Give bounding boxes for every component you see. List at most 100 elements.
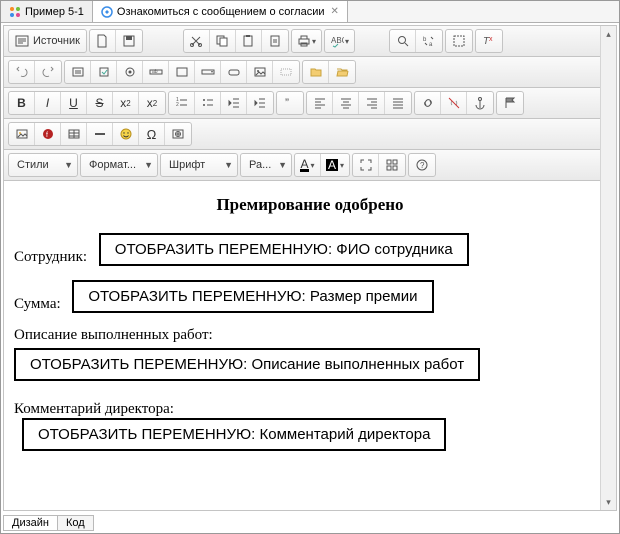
chevron-down-icon: ▼ <box>278 160 287 170</box>
textfield-button[interactable]: ab <box>143 61 169 83</box>
font-combo[interactable]: Шрифт▼ <box>160 153 238 177</box>
variable-box[interactable]: ОТОБРАЗИТЬ ПЕРЕМЕННУЮ: Комментарий дирек… <box>22 418 446 451</box>
find-button[interactable] <box>390 30 416 52</box>
replace-button[interactable]: ba <box>416 30 442 52</box>
remove-format-icon: Tx <box>482 34 496 48</box>
anchor-button[interactable] <box>467 92 493 114</box>
blockquote-button[interactable]: ” <box>277 92 303 114</box>
code-tab[interactable]: Код <box>57 515 94 531</box>
smiley-button[interactable] <box>113 123 139 145</box>
format-combo[interactable]: Формат...▼ <box>80 153 158 177</box>
file-tab-2[interactable]: Ознакомиться с сообщением о согласии ✕ <box>93 1 348 22</box>
maximize-button[interactable] <box>353 154 379 176</box>
scroll-down-icon[interactable]: ▾ <box>602 494 616 510</box>
toolbar-row-1: Источник ▾ ABC▾ ba Tx <box>4 26 616 57</box>
toolbar-row-4: f Ω <box>4 119 616 150</box>
field-row: Сумма: ОТОБРАЗИТЬ ПЕРЕМЕННУЮ: Размер пре… <box>14 280 606 313</box>
align-justify-button[interactable] <box>385 92 411 114</box>
vertical-scrollbar[interactable]: ▴ ▾ <box>600 26 616 510</box>
remove-format-button[interactable]: Tx <box>476 30 502 52</box>
quote-icon: ” <box>283 96 297 110</box>
bold-button[interactable]: B <box>9 92 35 114</box>
outdent-button[interactable] <box>221 92 247 114</box>
svg-text:f: f <box>46 132 48 139</box>
paste-text-button[interactable] <box>262 30 288 52</box>
textarea-button[interactable] <box>169 61 195 83</box>
specialchar-button[interactable]: Ω <box>139 123 165 145</box>
undo-button[interactable] <box>9 61 35 83</box>
size-combo[interactable]: Ра... ▼ <box>240 153 292 177</box>
selectall-button[interactable] <box>446 30 472 52</box>
flash-button[interactable]: f <box>35 123 61 145</box>
text-color-button[interactable]: A▾ <box>295 154 321 176</box>
magnifier-icon <box>396 34 410 48</box>
smiley-icon <box>119 127 133 141</box>
svg-text:2: 2 <box>176 102 179 108</box>
save-button[interactable] <box>116 30 142 52</box>
variable-box[interactable]: ОТОБРАЗИТЬ ПЕРЕМЕННУЮ: Размер премии <box>72 280 433 313</box>
checkbox-button[interactable] <box>91 61 117 83</box>
hidden-field-button[interactable] <box>273 61 299 83</box>
radio-button[interactable] <box>117 61 143 83</box>
close-icon[interactable]: ✕ <box>330 6 338 17</box>
folder-open-button[interactable] <box>329 61 355 83</box>
outdent-icon <box>227 96 241 110</box>
source-label: Источник <box>33 35 80 47</box>
button-widget-button[interactable] <box>221 61 247 83</box>
show-blocks-button[interactable] <box>379 154 405 176</box>
paste-button[interactable] <box>236 30 262 52</box>
chevron-down-icon: ▼ <box>64 160 73 170</box>
iframe-button[interactable] <box>165 123 191 145</box>
new-page-button[interactable] <box>90 30 116 52</box>
print-button[interactable]: ▾ <box>292 30 321 52</box>
numbered-list-button[interactable]: 12 <box>169 92 195 114</box>
folder-button[interactable] <box>303 61 329 83</box>
combo-label: Ра... <box>249 159 271 171</box>
copy-button[interactable] <box>210 30 236 52</box>
bg-color-button[interactable]: A▾ <box>321 154 349 176</box>
editor-canvas[interactable]: Премирование одобрено Сотрудник: ОТОБРАЗ… <box>4 181 616 510</box>
variable-box[interactable]: ОТОБРАЗИТЬ ПЕРЕМЕННУЮ: ФИО сотрудника <box>99 233 469 266</box>
select-button[interactable] <box>195 61 221 83</box>
document-title: Премирование одобрено <box>14 195 606 215</box>
redo-button[interactable] <box>35 61 61 83</box>
link-button[interactable] <box>415 92 441 114</box>
iframe-icon <box>171 127 185 141</box>
variable-box[interactable]: ОТОБРАЗИТЬ ПЕРЕМЕННУЮ: Описание выполнен… <box>14 348 480 381</box>
source-button[interactable]: Источник <box>9 30 86 52</box>
blocks-icon <box>385 158 399 172</box>
align-left-button[interactable] <box>307 92 333 114</box>
image-button-button[interactable] <box>247 61 273 83</box>
form-button[interactable] <box>65 61 91 83</box>
subscript-button[interactable]: x2 <box>113 92 139 114</box>
styles-combo[interactable]: Стили▼ <box>8 153 78 177</box>
align-center-button[interactable] <box>333 92 359 114</box>
strike-button[interactable]: S <box>87 92 113 114</box>
italic-button[interactable]: I <box>35 92 61 114</box>
file-tab-1[interactable]: Пример 5-1 <box>1 1 93 22</box>
chevron-down-icon: ▼ <box>224 160 233 170</box>
superscript-button[interactable]: x2 <box>139 92 165 114</box>
flag-icon <box>503 96 517 110</box>
radio-icon <box>123 65 137 79</box>
cut-icon <box>189 34 203 48</box>
about-button[interactable]: ? <box>409 154 435 176</box>
design-tab[interactable]: Дизайн <box>3 515 58 531</box>
align-right-icon <box>365 96 379 110</box>
unlink-button[interactable] <box>441 92 467 114</box>
svg-text:a: a <box>429 42 433 48</box>
indent-button[interactable] <box>247 92 273 114</box>
field-row: Описание выполненных работ: ОТОБРАЗИТЬ П… <box>14 327 606 381</box>
spellcheck-button[interactable]: ABC▾ <box>325 30 354 52</box>
align-right-button[interactable] <box>359 92 385 114</box>
cut-button[interactable] <box>184 30 210 52</box>
bullet-list-button[interactable] <box>195 92 221 114</box>
image-button[interactable] <box>9 123 35 145</box>
scroll-up-icon[interactable]: ▴ <box>602 26 616 42</box>
flag-button[interactable] <box>497 92 523 114</box>
table-button[interactable] <box>61 123 87 145</box>
underline-button[interactable]: U <box>61 92 87 114</box>
maximize-icon <box>359 158 373 172</box>
copy-icon <box>215 34 229 48</box>
hr-button[interactable] <box>87 123 113 145</box>
